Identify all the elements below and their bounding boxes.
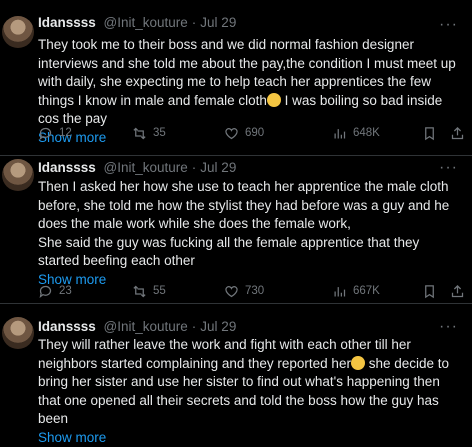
- author-name[interactable]: Idanssss: [38, 15, 100, 30]
- avatar[interactable]: [2, 159, 34, 191]
- share-icon: [450, 284, 465, 299]
- bookmark-button[interactable]: [422, 126, 437, 141]
- tweet-actions: 12 35 690 648K: [38, 124, 462, 142]
- like-button[interactable]: 730: [224, 284, 264, 299]
- more-options-icon[interactable]: ···: [439, 320, 458, 334]
- tweet[interactable]: Idanssss @Init_kouture·Jul 29 ··· They w…: [0, 303, 472, 428]
- repost-icon: [132, 126, 147, 141]
- share-button[interactable]: [450, 126, 465, 141]
- tweet-text: Then I asked her how she use to teach he…: [38, 178, 464, 289]
- author-handle[interactable]: @Init_kouture: [104, 160, 188, 175]
- author-name[interactable]: Idanssss: [38, 319, 100, 334]
- reply-button[interactable]: 12: [38, 126, 72, 141]
- repost-icon: [132, 284, 147, 299]
- tweet-date[interactable]: Jul 29: [200, 160, 236, 175]
- tweet-text: They will rather leave the work and figh…: [38, 336, 464, 447]
- show-more-link[interactable]: Show more: [38, 429, 464, 447]
- repost-button[interactable]: 35: [132, 126, 166, 141]
- analytics-icon: [332, 284, 347, 299]
- tweet-actions: 23 55 730 667K: [38, 282, 462, 300]
- tweet[interactable]: Idanssss @Init_kouture·Jul 29 ··· Then I…: [0, 155, 472, 304]
- tweet-header: Idanssss @Init_kouture·Jul 29: [38, 14, 236, 32]
- tweet-date[interactable]: Jul 29: [200, 15, 236, 30]
- author-name[interactable]: Idanssss: [38, 160, 100, 175]
- views-button[interactable]: 648K: [332, 126, 380, 141]
- reply-button[interactable]: 23: [38, 284, 72, 299]
- share-button[interactable]: [450, 284, 465, 299]
- bookmark-button[interactable]: [422, 284, 437, 299]
- analytics-icon: [332, 126, 347, 141]
- avatar[interactable]: [2, 16, 34, 48]
- cat-with-tears-of-joy-icon: [267, 93, 281, 107]
- share-icon: [450, 126, 465, 141]
- like-button[interactable]: 690: [224, 126, 264, 141]
- bookmark-icon: [422, 126, 437, 141]
- avatar[interactable]: [2, 317, 34, 349]
- heart-icon: [224, 284, 239, 299]
- author-handle[interactable]: @Init_kouture: [104, 15, 188, 30]
- more-options-icon[interactable]: ···: [439, 18, 458, 32]
- bookmark-icon: [422, 284, 437, 299]
- reply-icon: [38, 284, 53, 299]
- tweet-header: Idanssss @Init_kouture·Jul 29: [38, 159, 236, 177]
- tweet-header: Idanssss @Init_kouture·Jul 29: [38, 318, 236, 336]
- reply-icon: [38, 126, 53, 141]
- author-handle[interactable]: @Init_kouture: [104, 319, 188, 334]
- sad-face-icon: [351, 356, 365, 370]
- tweet[interactable]: Idanssss @Init_kouture·Jul 29 ··· They t…: [0, 0, 472, 156]
- more-options-icon[interactable]: ···: [439, 161, 458, 175]
- repost-button[interactable]: 55: [132, 284, 166, 299]
- heart-icon: [224, 126, 239, 141]
- tweet-date[interactable]: Jul 29: [200, 319, 236, 334]
- views-button[interactable]: 667K: [332, 284, 380, 299]
